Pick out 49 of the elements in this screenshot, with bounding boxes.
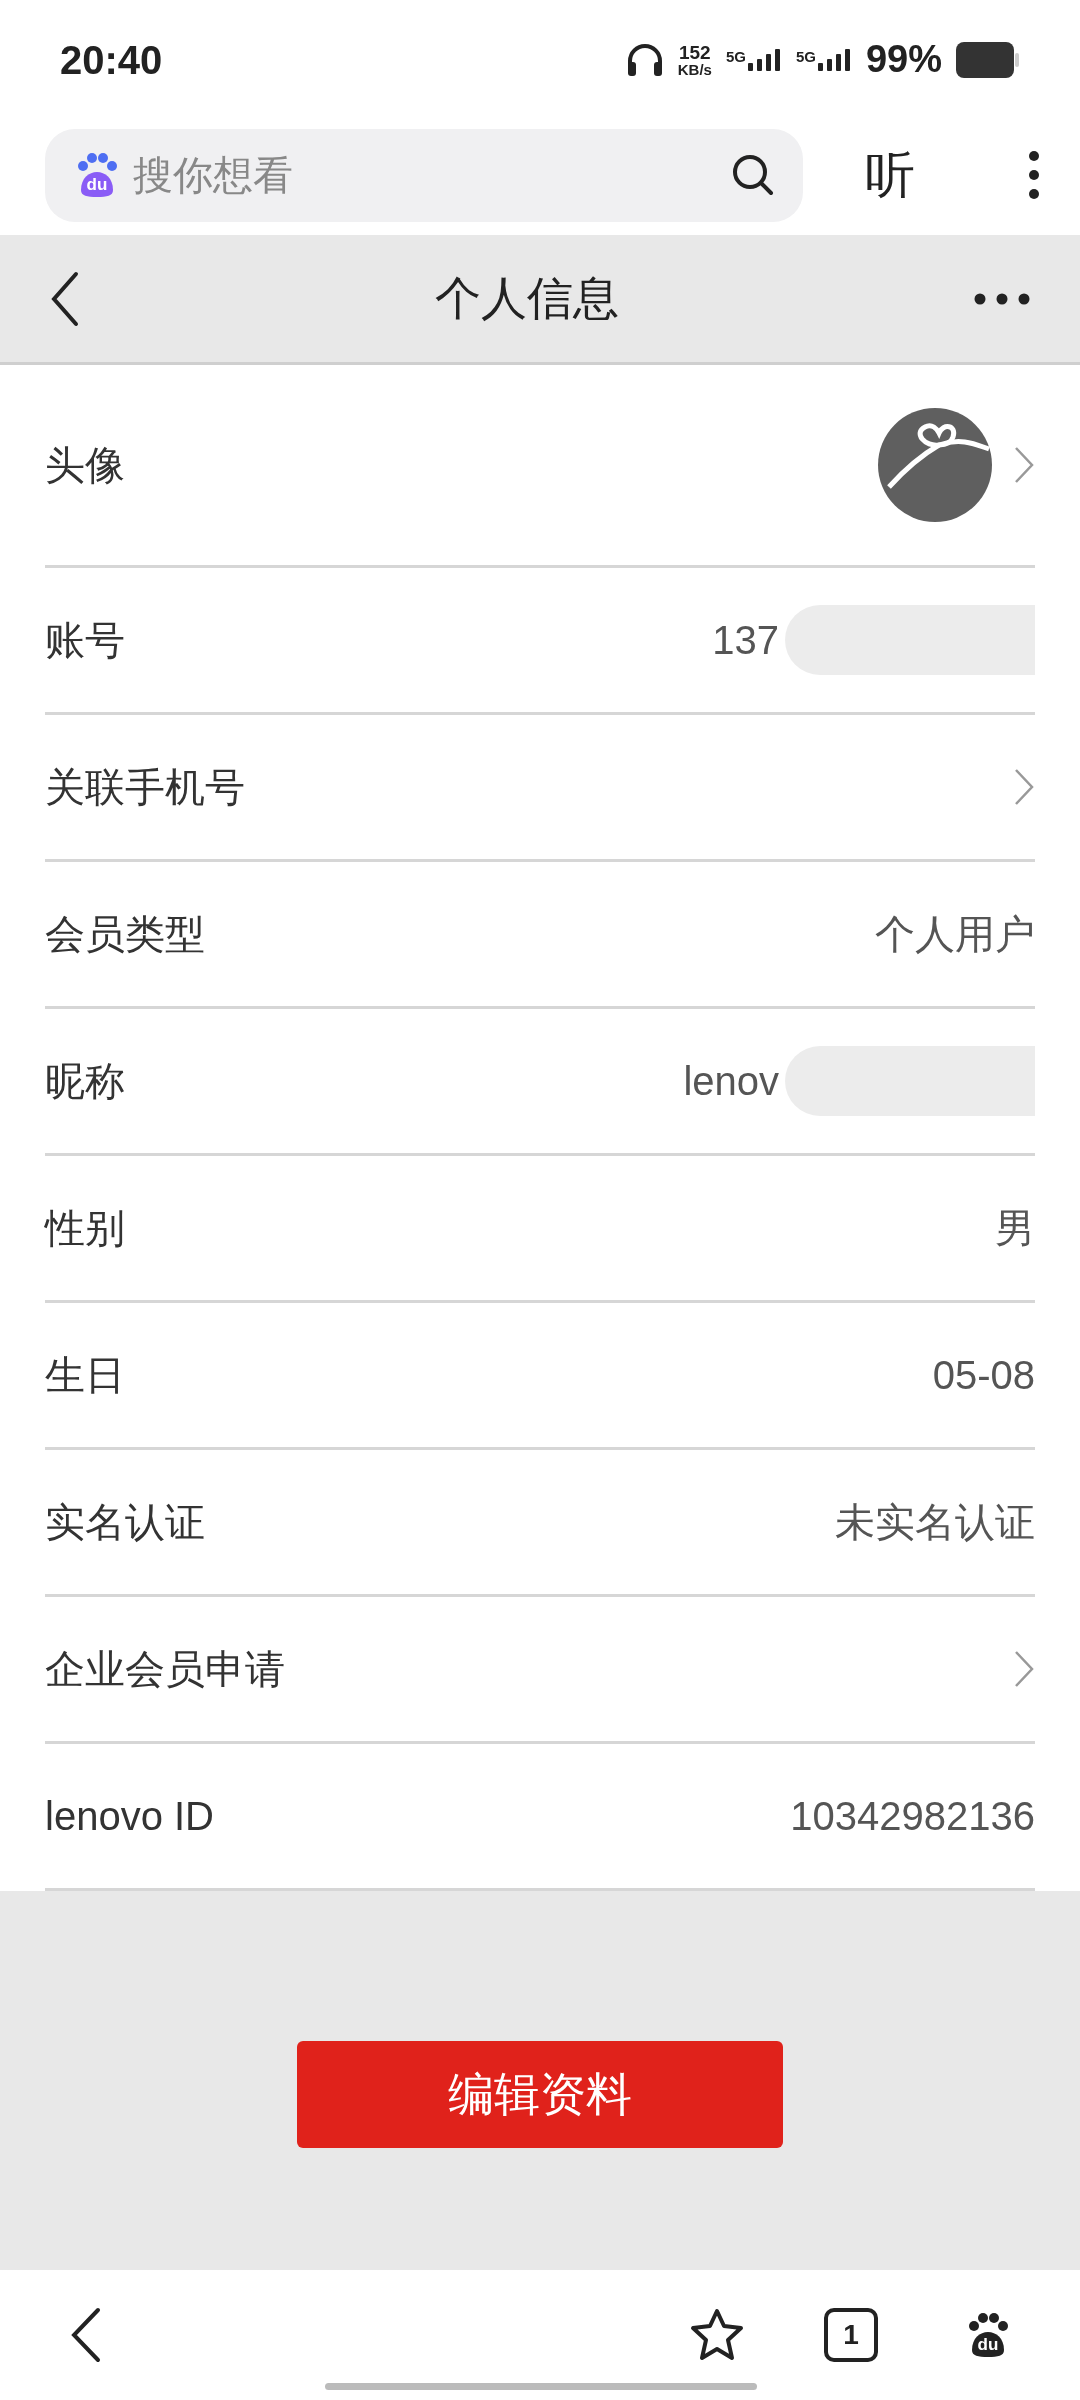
status-time: 20:40 (60, 36, 163, 84)
info-row[interactable]: 关联手机号 (45, 715, 1035, 862)
search-icon[interactable] (731, 153, 775, 197)
battery-icon (956, 41, 1020, 78)
back-icon[interactable] (50, 270, 80, 327)
row-label: 性别 (45, 1205, 125, 1252)
row-value: lenov (683, 1058, 779, 1105)
info-row[interactable]: 昵称 lenov (45, 1009, 1035, 1156)
info-row[interactable]: 会员类型 个人用户 (45, 862, 1035, 1009)
tab-count[interactable]: 1 (824, 2308, 878, 2362)
row-label: 账号 (45, 617, 125, 664)
row-label: 头像 (45, 442, 125, 489)
speed-unit: KB/s (677, 61, 712, 77)
row-label: 生日 (45, 1352, 125, 1399)
signal-icon (817, 48, 852, 71)
row-value: 05-08 (932, 1352, 1035, 1399)
row-label: 实名认证 (45, 1499, 205, 1546)
signal-icon (747, 48, 782, 71)
battery-percent: 99% (865, 37, 942, 82)
row-value: 137 (712, 617, 779, 664)
listen-button[interactable]: 听 (865, 137, 915, 213)
edit-profile-button[interactable]: 编辑资料 (297, 2041, 783, 2148)
search-field[interactable]: du 搜你想看 (45, 128, 803, 222)
search-input[interactable]: 搜你想看 (133, 145, 717, 205)
network-speed: 152 (678, 42, 711, 62)
headphones-icon (625, 41, 664, 78)
info-row[interactable]: 账号 137 (45, 568, 1035, 715)
more-vertical-icon[interactable] (1028, 150, 1040, 200)
row-label: lenovo ID (45, 1793, 214, 1840)
info-row[interactable]: 性别 男 (45, 1156, 1035, 1303)
row-value: 未实名认证 (835, 1499, 1035, 1546)
more-horizontal-icon[interactable] (974, 292, 1030, 305)
star-icon[interactable] (688, 2307, 746, 2363)
network-type: 5G (725, 48, 746, 64)
row-value: 个人用户 (875, 911, 1035, 958)
row-label: 关联手机号 (45, 764, 245, 811)
row-label: 会员类型 (45, 911, 205, 958)
back-icon[interactable] (70, 2307, 102, 2363)
row-label: 昵称 (45, 1058, 125, 1105)
info-row[interactable]: 实名认证 未实名认证 (45, 1450, 1035, 1597)
row-value: 10342982136 (790, 1793, 1035, 1840)
info-row[interactable]: lenovo ID 10342982136 (45, 1744, 1035, 1891)
row-value: 男 (995, 1205, 1035, 1252)
page-title: 个人信息 (434, 271, 620, 326)
info-row[interactable]: 生日 05-08 (45, 1303, 1035, 1450)
network-type: 5G (795, 48, 816, 64)
info-row[interactable]: 企业会员申请 (45, 1597, 1035, 1744)
row-label: 企业会员申请 (45, 1646, 285, 1693)
info-row[interactable]: 头像 (45, 365, 1035, 568)
